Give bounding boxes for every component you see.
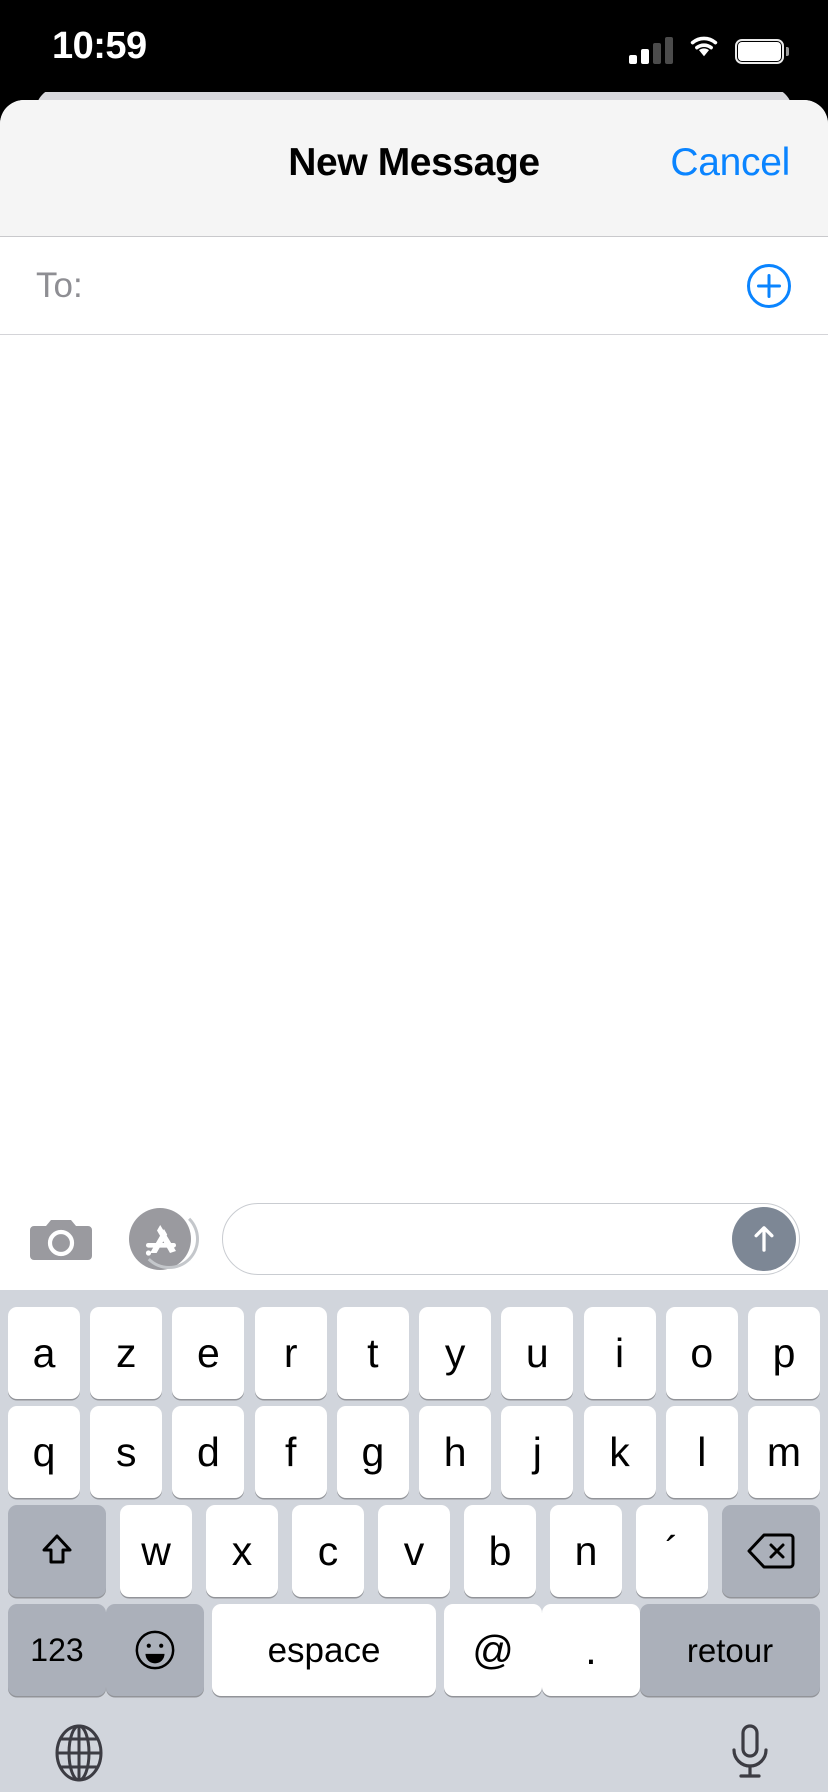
message-input-toolbar [0, 1188, 828, 1290]
key-h[interactable]: h [419, 1406, 492, 1498]
app-store-ring [139, 1209, 199, 1269]
key-v[interactable]: v [378, 1505, 450, 1597]
key-j[interactable]: j [501, 1406, 574, 1498]
conversation-area [0, 338, 828, 1188]
shift-arrow-icon[interactable] [8, 1505, 106, 1597]
key-o[interactable]: o [665, 1307, 738, 1399]
key-l[interactable]: l [665, 1406, 738, 1498]
key-r[interactable]: r [254, 1307, 327, 1399]
key-a[interactable]: a [8, 1307, 80, 1399]
keyboard-row-2: q s d f g h j k l m [0, 1406, 828, 1498]
key-i[interactable]: i [583, 1307, 656, 1399]
key-p[interactable]: p [747, 1307, 820, 1399]
send-button[interactable] [732, 1207, 796, 1271]
emoji-smiley-icon[interactable] [106, 1604, 204, 1696]
key-c[interactable]: c [292, 1505, 364, 1597]
recipient-row[interactable]: To: [0, 237, 828, 335]
to-label: To: [36, 265, 83, 305]
status-bar-time: 10:59 [52, 25, 147, 67]
return-key[interactable]: retour [640, 1604, 820, 1696]
key-d[interactable]: d [172, 1406, 245, 1498]
cancel-button[interactable]: Cancel [670, 141, 790, 185]
key-g[interactable]: g [336, 1406, 409, 1498]
app-store-icon[interactable] [128, 1207, 199, 1271]
key-y[interactable]: y [419, 1307, 492, 1399]
key-s[interactable]: s [90, 1406, 163, 1498]
recipient-input[interactable] [110, 237, 718, 335]
wifi-icon [686, 32, 722, 64]
battery-icon [735, 39, 789, 64]
numbers-key[interactable]: 123 [8, 1604, 106, 1696]
navigation-bar: New Message Cancel [0, 100, 828, 237]
key-x[interactable]: x [206, 1505, 278, 1597]
space-key[interactable]: espace [212, 1604, 436, 1696]
keyboard-row-3: w x c v b n ´ [0, 1505, 828, 1597]
onscreen-keyboard: a z e r t y u i o p q s d f g h j k l m … [0, 1290, 828, 1792]
key-z[interactable]: z [90, 1307, 163, 1399]
backspace-delete-icon[interactable] [722, 1505, 820, 1597]
key-q[interactable]: q [8, 1406, 80, 1498]
globe-icon[interactable] [48, 1722, 110, 1784]
key-k[interactable]: k [583, 1406, 656, 1498]
key-apostrophe[interactable]: ´ [636, 1505, 708, 1597]
keyboard-bottom-bar [0, 1708, 828, 1792]
key-e[interactable]: e [172, 1307, 245, 1399]
message-field-wrapper [222, 1203, 800, 1275]
keyboard-row-1: a z e r t y u i o p [0, 1307, 828, 1399]
iphone-screen: 10:59 New Message Cancel To: a z e r t y… [0, 0, 828, 1792]
microphone-icon[interactable] [724, 1722, 776, 1784]
new-message-sheet: New Message Cancel To: a z e r t y u i o… [0, 100, 828, 1792]
status-bar: 10:59 [0, 0, 828, 92]
at-key[interactable]: @ [444, 1604, 542, 1696]
key-w[interactable]: w [120, 1505, 192, 1597]
camera-icon[interactable] [30, 1214, 92, 1264]
key-f[interactable]: f [254, 1406, 327, 1498]
arrow-up-icon [754, 1226, 774, 1252]
period-key[interactable]: . [542, 1604, 640, 1696]
message-input[interactable] [222, 1203, 800, 1275]
status-bar-indicators [629, 28, 789, 64]
plus-circle-icon[interactable] [746, 263, 792, 309]
keyboard-row-4: 123 espace @ . retour [0, 1604, 828, 1696]
key-n[interactable]: n [550, 1505, 622, 1597]
key-m[interactable]: m [747, 1406, 820, 1498]
key-u[interactable]: u [501, 1307, 574, 1399]
key-b[interactable]: b [464, 1505, 536, 1597]
key-t[interactable]: t [336, 1307, 409, 1399]
cellular-signal-icon [629, 36, 673, 64]
